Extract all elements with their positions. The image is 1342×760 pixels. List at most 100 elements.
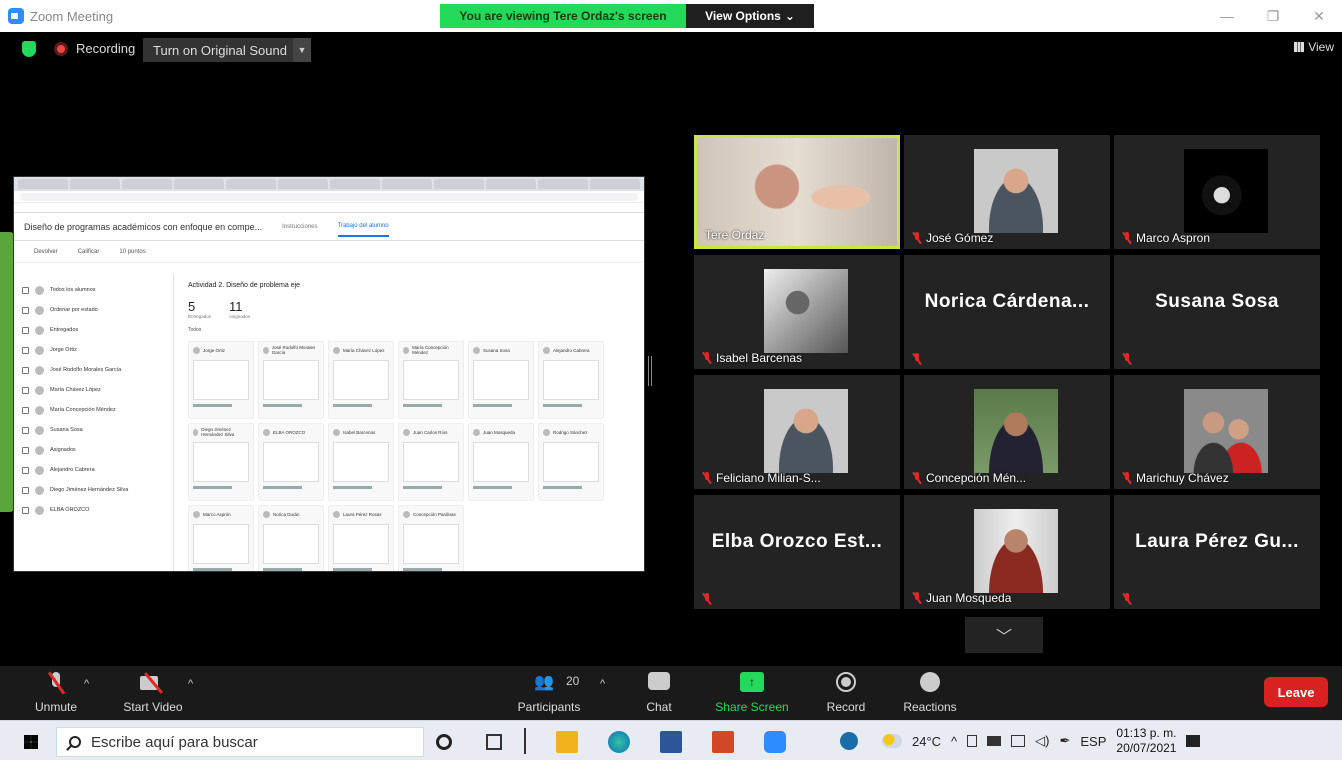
student-list-item: Todos los alumnos <box>22 280 165 300</box>
view-button[interactable]: View <box>1294 40 1334 54</box>
taskbar-search-box[interactable]: Escribe aquí para buscar <box>56 727 424 757</box>
leave-button[interactable]: Leave <box>1264 677 1328 707</box>
security-shield-icon[interactable] <box>22 41 36 57</box>
avatar <box>193 510 200 518</box>
edge-browser-icon[interactable] <box>608 731 630 753</box>
mic-muted-icon <box>912 353 922 365</box>
avatar <box>263 510 270 518</box>
expand-gallery-button[interactable]: ﹀ <box>965 617 1043 653</box>
filter-select: Todos <box>188 327 202 333</box>
cortana-icon[interactable] <box>436 734 452 750</box>
view-label: View <box>1308 40 1334 54</box>
tablet-icon[interactable] <box>967 735 978 747</box>
document-thumbnail <box>193 360 249 400</box>
participant-tile[interactable]: Elba Orozco Est... <box>694 495 900 609</box>
student-name: María Chávez López <box>50 387 101 393</box>
student-card: Susana Sosa <box>468 341 534 419</box>
network-icon[interactable] <box>1011 735 1026 747</box>
volume-icon[interactable]: ◁) <box>1035 733 1049 749</box>
unmute-button[interactable]: Unmute <box>30 666 82 720</box>
participant-tile[interactable]: Laura Pérez Gu... <box>1114 495 1320 609</box>
participant-tile[interactable]: Feliciano Milian-S... <box>694 375 900 489</box>
people-glyph: 👥 <box>534 674 554 691</box>
participant-tile[interactable]: Marco Aspron <box>1114 135 1320 249</box>
card-status <box>263 486 303 489</box>
avatar <box>35 325 44 335</box>
card-student-name: José Rodolfo Morales García <box>271 345 316 355</box>
participants-button[interactable]: 👥 20 Participants <box>512 666 586 720</box>
grid-view-icon <box>1294 42 1305 52</box>
video-options-caret[interactable]: ^ <box>188 678 193 690</box>
windows-start-icon[interactable] <box>24 735 38 749</box>
participant-tile[interactable]: Juan Mosqueda <box>904 495 1110 609</box>
battery-icon[interactable] <box>987 736 1002 746</box>
participant-tile[interactable]: Marichuy Chávez <box>1114 375 1320 489</box>
notifications-icon[interactable] <box>1186 735 1201 747</box>
student-list: Todos los alumnos Ordenar por estado Entre… <box>14 274 174 571</box>
audio-options-caret[interactable]: ^ <box>84 678 89 690</box>
participant-tile[interactable]: Susana Sosa <box>1114 255 1320 369</box>
file-explorer-icon[interactable] <box>556 731 578 753</box>
help-icon[interactable] <box>840 732 858 750</box>
participant-tile[interactable]: Concepción Mén... <box>904 375 1110 489</box>
participant-tile[interactable]: Tere Ordaz <box>694 135 900 249</box>
original-sound-button[interactable]: Turn on Original Sound <box>143 38 293 62</box>
student-card: Rodrigo Sánchez <box>538 423 604 501</box>
record-icon <box>836 672 856 692</box>
chevron-up-icon[interactable]: ^ <box>951 734 957 749</box>
mic-muted-icon <box>912 592 922 604</box>
weather-temperature[interactable]: 24°C <box>912 734 941 749</box>
meeting-toolbar: Unmute ^ Start Video ^ 👥 20 Participants… <box>0 666 1342 720</box>
participant-name-tag: Marco Aspron <box>1122 231 1210 245</box>
pen-icon[interactable]: ✒ <box>1059 733 1070 749</box>
participants-options-caret[interactable]: ^ <box>600 678 605 690</box>
reactions-button[interactable]: Reactions <box>898 666 962 720</box>
card-status <box>193 404 233 407</box>
card-student-name: Jorge Ortiz <box>203 347 226 353</box>
split-handle[interactable] <box>648 356 652 386</box>
view-options-button[interactable]: View Options ⌄ <box>686 4 814 28</box>
card-status <box>473 486 513 489</box>
task-view-icon[interactable] <box>486 734 502 750</box>
participant-tile[interactable]: Norica Cárdena... <box>904 255 1110 369</box>
close-button[interactable]: ✕ <box>1296 0 1342 32</box>
word-icon[interactable] <box>660 731 682 753</box>
taskbar-clock[interactable]: 01:13 p. m. 20/07/2021 <box>1116 726 1176 756</box>
share-screen-button[interactable]: ↑ Share Screen <box>712 666 792 720</box>
share-screen-icon: ↑ <box>740 672 764 692</box>
student-card: Norica Durán <box>258 505 324 571</box>
mic-muted-icon <box>1122 472 1132 484</box>
browser-bookmarks <box>14 203 644 213</box>
participant-tile[interactable]: José Gómez <box>904 135 1110 249</box>
restore-button[interactable]: ❐ <box>1250 0 1296 32</box>
shared-screen: Diseño de programas académicos con enfoq… <box>13 176 645 572</box>
recording-icon <box>54 42 68 56</box>
card-student-name: ELBA OROZCO <box>273 429 306 435</box>
weather-icon[interactable] <box>882 734 902 748</box>
minimize-button[interactable]: — <box>1204 0 1250 32</box>
document-thumbnail <box>473 360 529 400</box>
card-student-name: Concepción Pardinas <box>413 511 456 517</box>
participant-name-tag: Isabel Barcenas <box>702 351 802 365</box>
participant-name-tag: José Gómez <box>912 231 993 245</box>
chat-button[interactable]: Chat <box>640 666 678 720</box>
start-video-button[interactable]: Start Video <box>118 666 188 720</box>
avatar <box>473 428 480 436</box>
powerpoint-icon[interactable] <box>712 731 734 753</box>
meeting-top-bar: Recording Turn on Original Sound ▼ View <box>0 32 1342 68</box>
recording-label: Recording <box>76 41 136 56</box>
language-indicator[interactable]: ESP <box>1080 734 1106 749</box>
zoom-taskbar-icon[interactable] <box>764 731 786 753</box>
participant-name-tag: Feliciano Milian-S... <box>702 471 821 485</box>
card-status <box>333 568 373 571</box>
record-button[interactable]: Record <box>822 666 870 720</box>
card-status <box>403 404 443 407</box>
video-off-icon <box>140 672 166 694</box>
card-status <box>403 486 443 489</box>
original-sound-dropdown[interactable]: ▼ <box>293 38 311 62</box>
mic-muted-icon <box>702 472 712 484</box>
participant-tile[interactable]: Isabel Barcenas <box>694 255 900 369</box>
avatar <box>193 346 200 354</box>
participant-name-tag: Concepción Mén... <box>912 471 1026 485</box>
card-student-name: María Concepción Méndez <box>412 345 449 355</box>
